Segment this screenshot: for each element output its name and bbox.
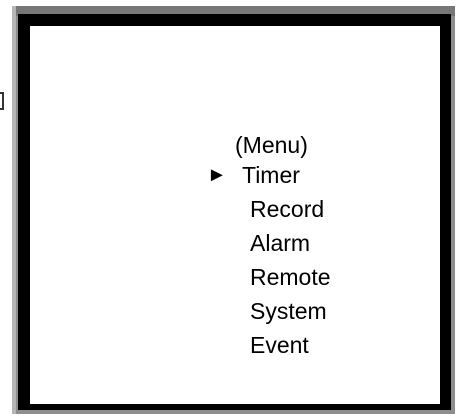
osd-screen: (Menu) ► Timer Record Alarm Remote Syste… bbox=[30, 26, 440, 404]
menu-title: (Menu) bbox=[235, 132, 308, 158]
main-menu: (Menu) ► Timer Record Alarm Remote Syste… bbox=[30, 26, 440, 404]
menu-item-record[interactable]: Record bbox=[250, 196, 324, 222]
menu-item-system[interactable]: System bbox=[250, 298, 327, 324]
menu-item-remote[interactable]: Remote bbox=[250, 264, 331, 290]
menu-item-timer[interactable]: Timer bbox=[242, 162, 300, 188]
edge-bracket-mark bbox=[0, 92, 4, 110]
menu-item-event[interactable]: Event bbox=[250, 332, 309, 358]
menu-item-alarm[interactable]: Alarm bbox=[250, 230, 310, 256]
selection-cursor-icon: ► bbox=[207, 164, 227, 186]
frame-left-edge bbox=[12, 6, 16, 414]
